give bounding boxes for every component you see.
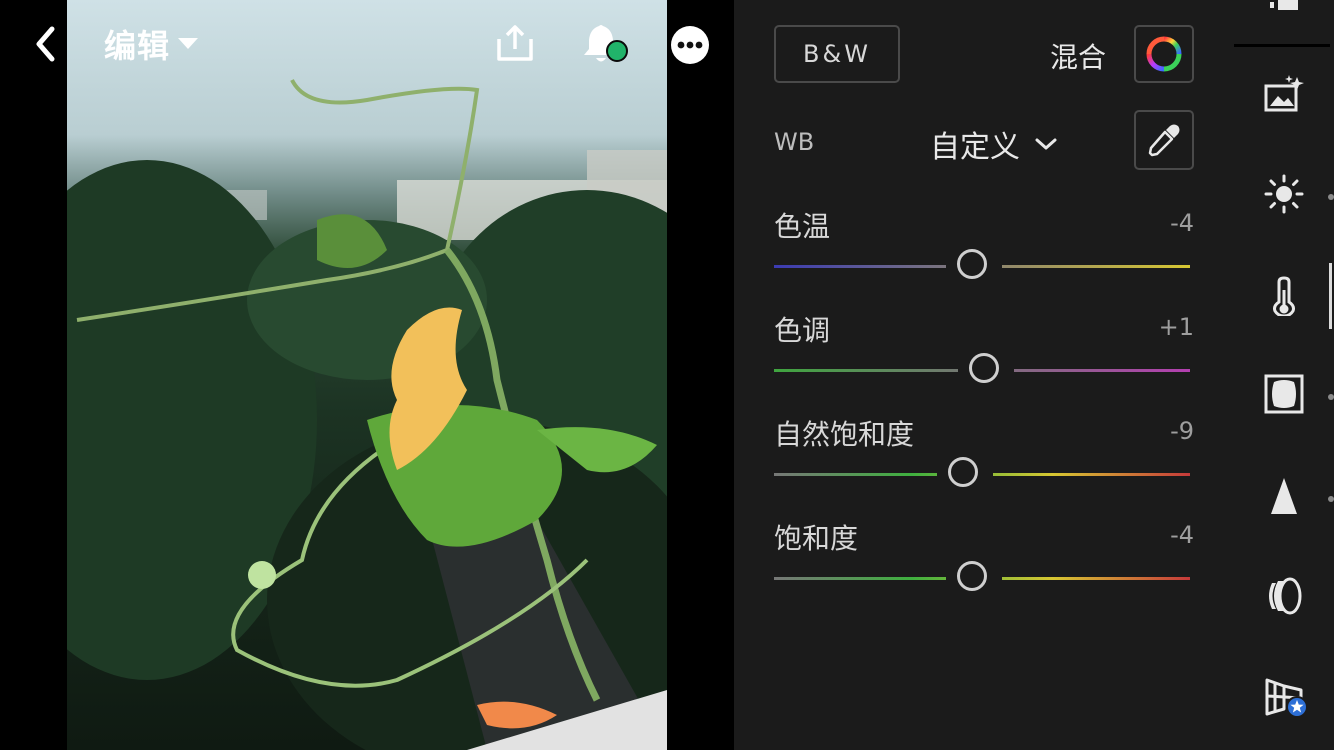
wb-value: 自定义 <box>930 130 1020 165</box>
sidebar-divider <box>1234 44 1330 47</box>
light-icon[interactable] <box>1264 174 1304 214</box>
chevron-down-icon <box>1035 138 1057 150</box>
slider-row[interactable]: 自然饱和度 -9 <box>774 413 1194 503</box>
edit-title: 编辑 <box>104 27 171 65</box>
slider-value[interactable]: -9 <box>1170 417 1194 445</box>
active-tool-indicator <box>1329 263 1332 329</box>
bw-label: B&W <box>803 40 871 68</box>
color-wheel-icon <box>1146 36 1182 72</box>
bw-button[interactable]: B&W <box>774 25 900 83</box>
eyedropper-icon <box>1148 124 1180 157</box>
photo-illustration <box>67 79 667 750</box>
light-adjusted-dot <box>1328 194 1334 200</box>
tool-sidebar <box>1234 0 1334 750</box>
back-button[interactable] <box>28 24 62 64</box>
wb-eyedropper-button[interactable] <box>1134 110 1194 170</box>
geometry-icon[interactable] <box>1264 676 1308 718</box>
color-panel: B&W 混合 WB 自定义 色温 -4 色调 +1 自然饱和度 -9 饱和度 -… <box>734 0 1234 750</box>
optics-icon[interactable] <box>1264 576 1304 616</box>
effects-icon[interactable] <box>1264 374 1304 414</box>
slider-row[interactable]: 色调 +1 <box>774 309 1194 399</box>
detail-adjusted-dot <box>1328 496 1334 502</box>
slider-label: 色温 <box>774 210 831 243</box>
slider-value[interactable]: +1 <box>1159 313 1194 341</box>
slider-thumb[interactable] <box>969 353 999 383</box>
slider-track[interactable] <box>774 473 1190 476</box>
dropdown-caret-icon <box>178 38 199 49</box>
share-icon <box>497 25 533 61</box>
slider-row[interactable]: 色温 -4 <box>774 205 1194 295</box>
photo-canvas[interactable]: 编辑 <box>0 0 734 750</box>
notification-dot <box>606 40 628 62</box>
more-icon <box>671 26 709 64</box>
crop-icon[interactable] <box>1270 0 1304 14</box>
color-icon[interactable] <box>1264 276 1304 316</box>
notifications-button[interactable] <box>580 22 630 66</box>
more-options-button[interactable] <box>670 25 710 65</box>
slider-row[interactable]: 饱和度 -4 <box>774 517 1194 607</box>
detail-icon[interactable] <box>1264 476 1304 516</box>
slider-thumb[interactable] <box>948 457 978 487</box>
photo-image[interactable] <box>67 0 667 750</box>
premium-badge-icon <box>1286 696 1308 718</box>
wb-preset-dropdown[interactable]: 自定义 <box>930 122 1058 166</box>
slider-thumb[interactable] <box>957 561 987 591</box>
color-mix-button[interactable] <box>1134 25 1194 83</box>
wb-label: WB <box>774 128 815 156</box>
slider-thumb[interactable] <box>957 249 987 279</box>
edit-mode-menu[interactable]: 编辑 <box>104 22 199 66</box>
presets-icon[interactable] <box>1264 74 1304 114</box>
slider-value[interactable]: -4 <box>1170 209 1194 237</box>
slider-label: 自然饱和度 <box>774 418 915 451</box>
slider-value[interactable]: -4 <box>1170 521 1194 549</box>
slider-label: 饱和度 <box>774 522 859 555</box>
mix-label[interactable]: 混合 <box>1050 36 1106 76</box>
share-button[interactable] <box>494 22 536 64</box>
slider-label: 色调 <box>774 314 831 347</box>
bell-icon <box>584 25 628 62</box>
back-chevron-icon <box>36 26 55 62</box>
effects-adjusted-dot <box>1328 394 1334 400</box>
